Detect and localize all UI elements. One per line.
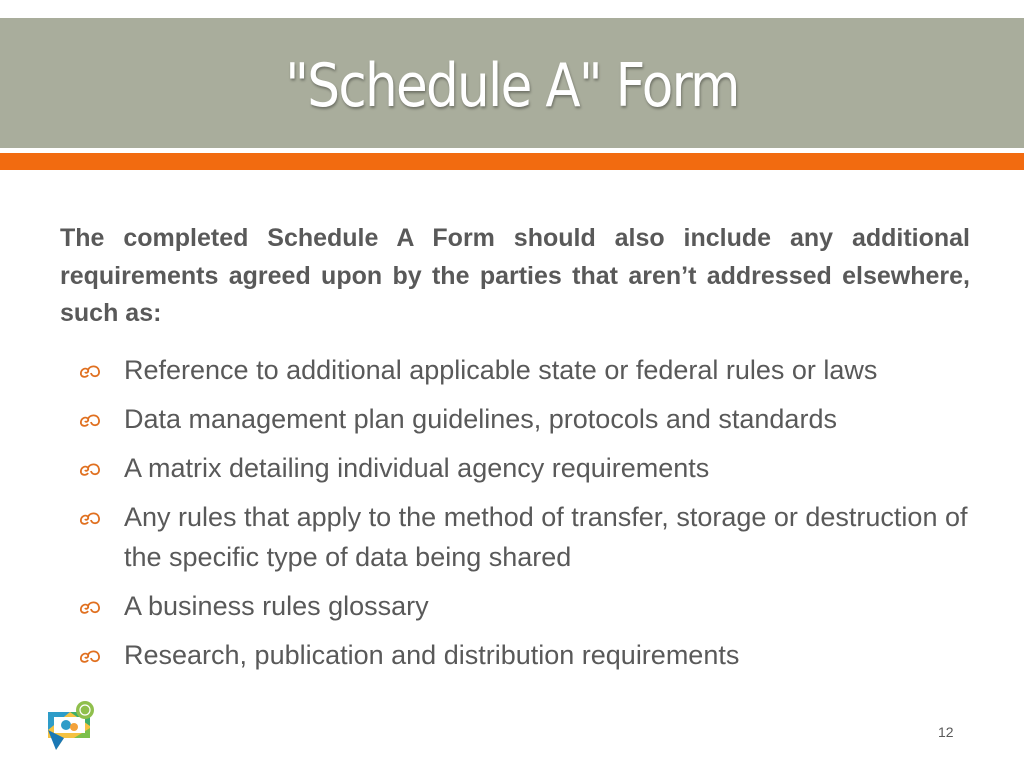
ornament-bullet-icon [80, 512, 100, 525]
page-number: 12 [938, 724, 954, 740]
bullet-text: A matrix detailing individual agency req… [124, 453, 710, 483]
bullet-text: Any rules that apply to the method of tr… [124, 502, 968, 572]
bullet-text: Data management plan guidelines, protoco… [124, 404, 837, 434]
bullet-item: Reference to additional applicable state… [78, 350, 978, 390]
bullet-item: A business rules glossary [78, 586, 978, 626]
bullet-text: A business rules glossary [124, 591, 429, 621]
accent-bar [0, 153, 1024, 170]
bullet-item: A matrix detailing individual agency req… [78, 448, 978, 488]
ornament-bullet-icon [80, 601, 100, 614]
ornament-bullet-icon [80, 463, 100, 476]
slide-title: "Schedule A" Form [285, 51, 740, 121]
bullet-list: Reference to additional applicable state… [78, 350, 978, 684]
ornament-bullet-icon [80, 365, 100, 378]
intro-paragraph: The completed Schedule A Form should als… [60, 224, 970, 327]
ornament-bullet-icon [80, 414, 100, 427]
bullet-item: Research, publication and distribution r… [78, 635, 978, 675]
bullet-item: Any rules that apply to the method of tr… [78, 497, 978, 577]
bullet-text: Reference to additional applicable state… [124, 355, 878, 385]
bullet-item: Data management plan guidelines, protoco… [78, 399, 978, 439]
bullet-text: Research, publication and distribution r… [124, 640, 740, 670]
ornament-bullet-icon [80, 650, 100, 663]
chat-bubble-logo-icon [48, 701, 94, 750]
